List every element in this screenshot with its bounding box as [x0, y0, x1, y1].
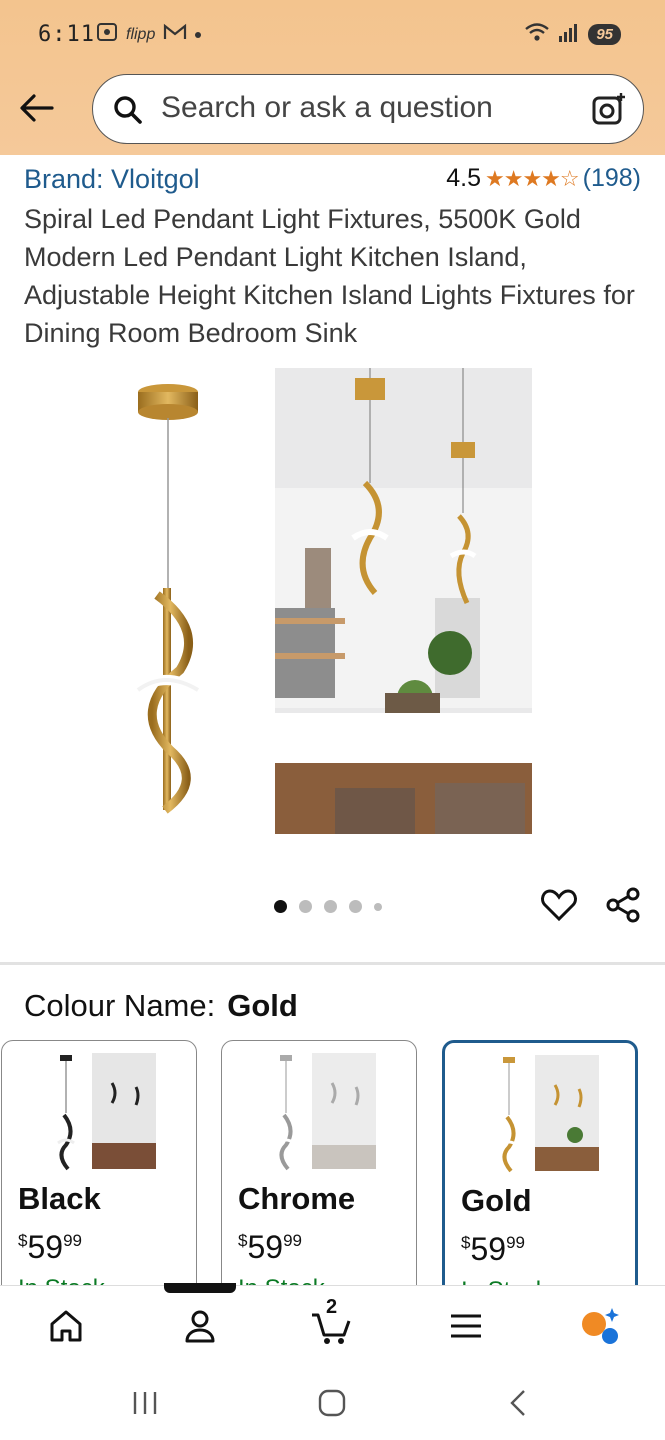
- nav-home[interactable]: [42, 1302, 90, 1350]
- back-button[interactable]: [14, 86, 58, 130]
- camera-search-icon[interactable]: [591, 91, 627, 127]
- system-status: 95: [524, 22, 621, 47]
- heart-icon[interactable]: [540, 886, 578, 924]
- product-image-kitchen[interactable]: [275, 368, 532, 834]
- dot-icon: [195, 31, 202, 38]
- swatch-price: $5999: [18, 1229, 82, 1265]
- signal-icon: [558, 22, 580, 47]
- share-icon[interactable]: [604, 886, 642, 924]
- home-button[interactable]: [312, 1385, 352, 1421]
- swatch-thumbnail: [500, 1057, 518, 1173]
- flipp-icon: flipp: [126, 25, 156, 43]
- home-icon: [50, 1310, 82, 1342]
- swatch-price: $5999: [238, 1229, 302, 1265]
- image-pager[interactable]: [274, 900, 382, 913]
- selected-colour: Gold: [227, 988, 298, 1023]
- screenshot-icon: [96, 22, 118, 47]
- search-input[interactable]: Search or ask a question: [92, 74, 644, 144]
- gmail-icon: [163, 23, 187, 46]
- nav-cart[interactable]: 2: [308, 1296, 356, 1350]
- status-bar: 6:11 flipp 95: [0, 0, 665, 70]
- system-back-button[interactable]: [498, 1385, 538, 1421]
- nav-menu[interactable]: [442, 1302, 490, 1350]
- pager-dot[interactable]: [274, 900, 287, 913]
- nav-rufus[interactable]: [576, 1302, 624, 1350]
- rating-count[interactable]: (198): [583, 164, 641, 193]
- colour-name-label: Colour Name: Gold: [24, 988, 298, 1024]
- swatch-room-thumbnail: [312, 1053, 376, 1169]
- account-icon: [185, 1310, 215, 1343]
- colour-option-chrome[interactable]: Chrome $5999 In Stock: [221, 1040, 417, 1300]
- wifi-icon: [524, 22, 550, 47]
- battery-icon: 95: [588, 24, 621, 45]
- active-tab-indicator: [164, 1283, 236, 1293]
- back-arrow-icon: [20, 94, 54, 122]
- recent-apps-icon: [133, 1392, 157, 1414]
- android-navigation-bar: [0, 1365, 665, 1440]
- product-image-pendant[interactable]: [110, 370, 230, 830]
- swatch-price: $5999: [461, 1231, 525, 1267]
- rufus-icon: [582, 1308, 619, 1344]
- swatch-thumbnail: [277, 1055, 295, 1171]
- brand-link[interactable]: Brand: Vloitgol: [24, 164, 200, 195]
- pager-dot[interactable]: [349, 900, 362, 913]
- bottom-nav: 2: [0, 1285, 665, 1365]
- swatch-room-thumbnail: [92, 1053, 156, 1169]
- rating-summary[interactable]: 4.5 ★★★★☆ (198): [446, 164, 641, 193]
- swatch-name: Chrome: [238, 1181, 356, 1216]
- colour-option-gold[interactable]: Gold $5999 In Stock: [442, 1040, 638, 1300]
- colour-option-black[interactable]: Black $5999 In Stock: [1, 1040, 197, 1300]
- menu-icon: [451, 1314, 481, 1338]
- pager-dot[interactable]: [299, 900, 312, 913]
- pager-dot[interactable]: [374, 902, 382, 911]
- chevron-left-icon: [510, 1390, 525, 1416]
- rating-value: 4.5: [446, 164, 481, 192]
- swatch-thumbnail: [57, 1055, 75, 1171]
- cart-count: 2: [326, 1296, 338, 1318]
- section-divider: [0, 962, 665, 965]
- swatch-room-thumbnail: [535, 1055, 599, 1171]
- search-placeholder: Search or ask a question: [161, 91, 493, 124]
- colour-label-text: Colour Name:: [24, 988, 216, 1023]
- rating-stars-icon: ★★★★☆: [485, 165, 580, 191]
- search-icon: [114, 96, 142, 124]
- status-time: 6:11: [38, 22, 95, 47]
- notification-icons: flipp: [96, 22, 202, 47]
- nav-account[interactable]: [176, 1302, 224, 1350]
- home-circle-icon: [318, 1389, 346, 1417]
- recent-apps-button[interactable]: [125, 1385, 165, 1421]
- pager-dot[interactable]: [324, 900, 337, 913]
- swatch-name: Black: [18, 1181, 101, 1216]
- product-title: Spiral Led Pendant Light Fixtures, 5500K…: [24, 204, 635, 348]
- swatch-name: Gold: [461, 1183, 532, 1218]
